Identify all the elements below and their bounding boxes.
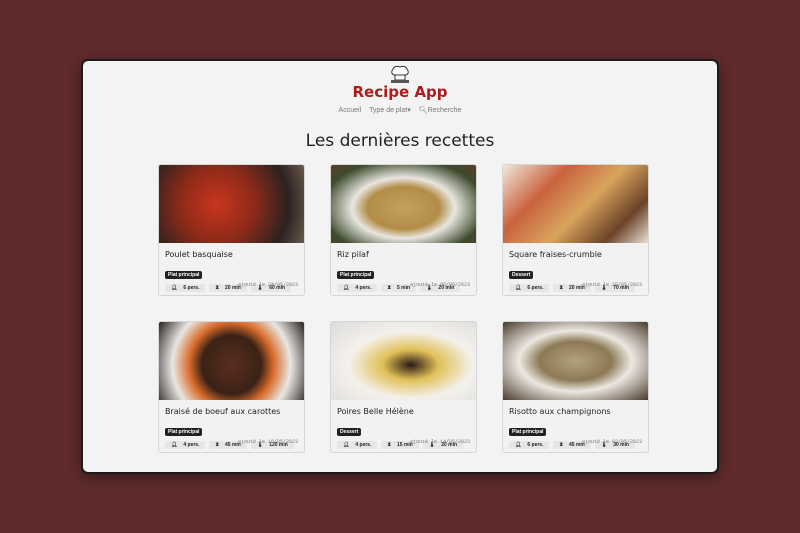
added-date: ajouté le 02/05/2023: [581, 439, 642, 445]
servings-value: 6 pers.: [180, 284, 203, 292]
dish-type-badge: Plat principal: [165, 271, 203, 279]
servings-info: 👤︎ 4 pers.: [337, 284, 378, 292]
person-icon: 👤︎: [340, 441, 353, 449]
person-icon: 👤︎: [168, 284, 181, 292]
recipe-title[interactable]: Riz pilaf: [337, 250, 470, 259]
recipe-title[interactable]: Risotto aux champignons: [509, 407, 642, 416]
person-icon: 👤︎: [512, 441, 525, 449]
recipe-image[interactable]: [159, 322, 304, 400]
recipe-card[interactable]: Poulet basquaise Plat principal 👤︎ 6 pers…: [158, 164, 305, 296]
servings-info: 👤︎ 4 pers.: [165, 441, 206, 449]
app-window: Recipe App Accueil Type de plat▾ 🔍︎Reche…: [81, 59, 719, 474]
search-icon: 🔍︎: [418, 107, 428, 114]
recipe-image[interactable]: [159, 165, 304, 243]
recipe-image[interactable]: [331, 322, 476, 400]
nav-dish-type-label: Type de plat: [369, 107, 408, 114]
hourglass-icon: ⧗: [212, 284, 222, 292]
page-title: Les dernières recettes: [305, 131, 495, 151]
recipe-card[interactable]: Risotto aux champignons Plat principal 👤…: [502, 321, 649, 453]
hourglass-icon: ⧗: [212, 441, 222, 449]
hourglass-icon: ⧗: [556, 284, 566, 292]
servings-value: 4 pers.: [352, 284, 375, 292]
added-date: ajouté le 24/05/2023: [237, 282, 298, 288]
hourglass-icon: ⧗: [384, 441, 394, 449]
dish-type-badge: Dessert: [337, 428, 362, 436]
nav-dish-type-dropdown[interactable]: Type de plat▾: [369, 107, 411, 114]
recipe-card[interactable]: Square fraises-crumble Dessert 👤︎ 6 pers.…: [502, 164, 649, 296]
added-date: ajouté le 14/05/2023: [409, 439, 470, 445]
person-icon: 👤︎: [512, 284, 525, 292]
servings-value: 4 pers.: [352, 441, 375, 449]
dish-type-badge: Plat principal: [509, 428, 547, 436]
person-icon: 👤︎: [168, 441, 181, 449]
servings-info: 👤︎ 4 pers.: [337, 441, 378, 449]
dish-type-badge: Dessert: [509, 271, 534, 279]
chef-hat-logo-icon: [391, 65, 409, 83]
hourglass-icon: ⧗: [384, 284, 394, 292]
servings-value: 6 pers.: [524, 284, 547, 292]
servings-info: 👤︎ 6 pers.: [165, 284, 206, 292]
recipe-image[interactable]: [503, 322, 648, 400]
recipe-title[interactable]: Braisé de boeuf aux carottes: [165, 407, 298, 416]
recipe-image[interactable]: [503, 165, 648, 243]
recipe-title[interactable]: Square fraises-crumble: [509, 250, 642, 259]
servings-value: 6 pers.: [524, 441, 547, 449]
recipe-card[interactable]: Poires Belle Hélène Dessert 👤︎ 4 pers. ⧗ 1…: [330, 321, 477, 453]
recipe-card[interactable]: Riz pilaf Plat principal 👤︎ 4 pers. ⧗ 5 mi…: [330, 164, 477, 296]
person-icon: 👤︎: [340, 284, 353, 292]
servings-value: 4 pers.: [180, 441, 203, 449]
recipe-image[interactable]: [331, 165, 476, 243]
recipe-card[interactable]: Braisé de boeuf aux carottes Plat princi…: [158, 321, 305, 453]
nav-search-label: Recherche: [427, 107, 462, 114]
servings-info: 👤︎ 6 pers.: [509, 284, 550, 292]
dish-type-badge: Plat principal: [337, 271, 375, 279]
brand-title[interactable]: Recipe App: [83, 83, 717, 101]
added-date: ajouté le 28/05/2023: [581, 282, 642, 288]
hourglass-icon: ⧗: [556, 441, 566, 449]
recipe-title[interactable]: Poulet basquaise: [165, 250, 298, 259]
added-date: ajouté le 16/05/2023: [237, 439, 298, 445]
servings-info: 👤︎ 6 pers.: [509, 441, 550, 449]
nav-search[interactable]: 🔍︎Recherche: [419, 107, 462, 114]
main-nav: Accueil Type de plat▾ 🔍︎Recherche: [83, 106, 717, 114]
dish-type-badge: Plat principal: [165, 428, 203, 436]
added-date: ajouté le 06/06/2023: [409, 282, 470, 288]
nav-home[interactable]: Accueil: [339, 107, 362, 114]
recipe-title[interactable]: Poires Belle Hélène: [337, 407, 470, 416]
